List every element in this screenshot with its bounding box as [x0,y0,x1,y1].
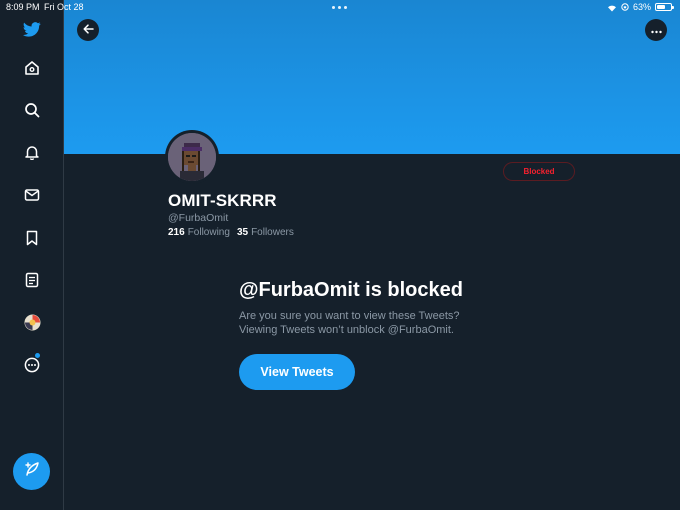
profile-handle: @FurbaOmit [168,212,229,224]
home-icon[interactable] [0,50,64,86]
profile-avatar[interactable] [165,130,219,184]
more-circle-icon[interactable] [0,347,64,383]
notification-dot [35,353,40,358]
followers-count: 35 [236,227,249,238]
followers-link[interactable]: 35 Followers [237,227,294,238]
following-count: 216 [168,227,185,238]
more-options-button[interactable] [645,19,667,41]
blocked-title: @FurbaOmit is blocked [239,279,463,301]
pixel-art-avatar-icon [168,133,216,181]
follow-stats: 216 Following 35 Followers [168,227,294,238]
rotation-lock-icon [621,3,629,11]
profile-banner [64,0,680,154]
status-right-group: 63% [607,2,674,12]
blocked-button[interactable]: Blocked [503,162,575,181]
mail-icon[interactable] [0,177,64,213]
more-dots-icon [650,21,662,39]
battery-percent: 63% [632,2,651,12]
back-arrow-icon [82,21,94,39]
status-date: Fri Oct 28 [44,2,84,12]
multitasking-dots[interactable] [332,6,347,9]
blocked-description-line2: Viewing Tweets won’t unblock @FurbaOmit. [239,324,454,336]
list-icon[interactable] [0,262,64,298]
blocked-description: Are you sure you want to view these Twee… [239,309,499,337]
search-icon[interactable] [0,92,64,128]
battery-icon [655,3,674,11]
bell-icon[interactable] [0,134,64,170]
followers-label: Followers [251,227,294,238]
wifi-icon [607,4,617,11]
sidebar [0,0,64,510]
view-tweets-button[interactable]: View Tweets [239,354,355,390]
back-button[interactable] [77,19,99,41]
account-avatar-icon[interactable] [0,304,64,340]
status-bar: 8:09 PM Fri Oct 28 63% [0,0,680,14]
blocked-description-line1: Are you sure you want to view these Twee… [239,310,460,322]
following-link[interactable]: 216 Following [168,227,230,238]
bookmark-icon[interactable] [0,220,64,256]
twitter-logo-icon[interactable] [0,11,64,47]
profile-display-name: OMIT-SKRRR [168,191,277,210]
compose-tweet-button[interactable] [13,453,50,490]
status-time: 8:09 PM [6,2,40,12]
following-label: Following [187,227,230,238]
compose-feather-icon [24,461,40,482]
